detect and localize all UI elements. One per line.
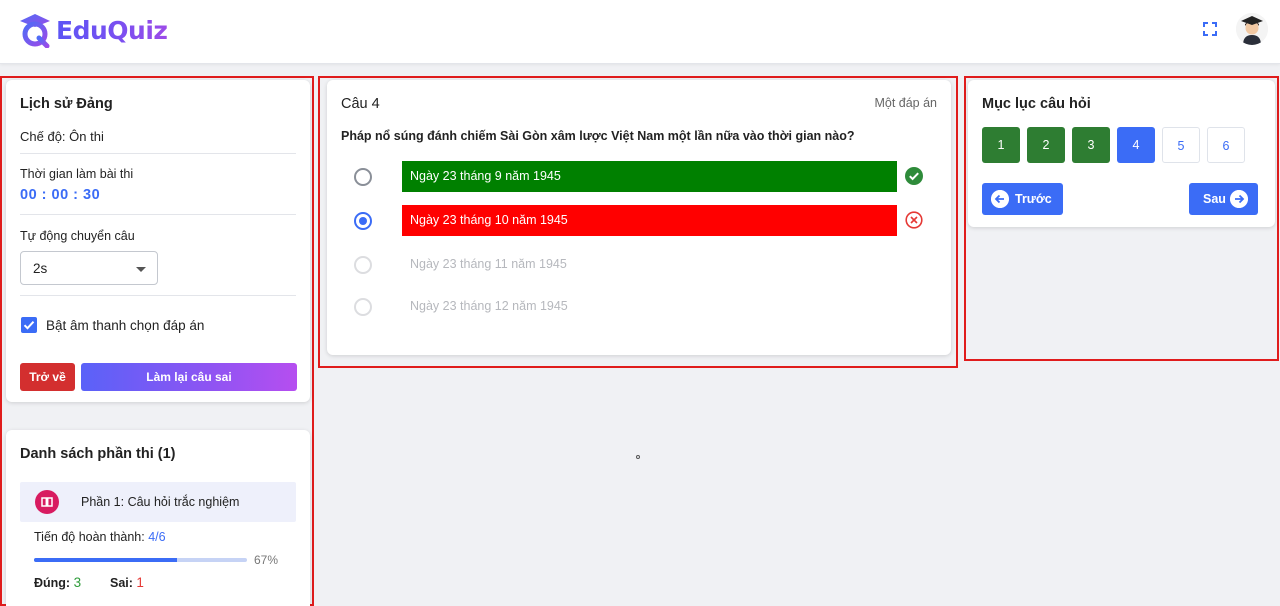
index-title: Mục lục câu hỏi bbox=[982, 96, 1091, 112]
question-card: Câu 4 Một đáp án Pháp nổ súng đánh chiếm… bbox=[327, 80, 951, 355]
question-text: Pháp nổ súng đánh chiếm Sài Gòn xâm lược… bbox=[341, 129, 855, 143]
brand-logo[interactable]: EduQuiz bbox=[18, 12, 168, 48]
auto-next-select[interactable]: 2s bbox=[20, 251, 158, 285]
option-label[interactable]: Ngày 23 tháng 9 năm 1945 bbox=[402, 161, 897, 192]
brand-name: EduQuiz bbox=[56, 15, 168, 45]
time-label: Thời gian làm bài thi bbox=[20, 167, 134, 181]
answer-option[interactable]: Ngày 23 tháng 10 năm 1945 bbox=[327, 205, 947, 237]
arrow-left-icon bbox=[991, 190, 1009, 208]
divider bbox=[20, 214, 296, 215]
chevron-down-icon bbox=[136, 267, 146, 272]
next-label: Sau bbox=[1203, 192, 1226, 206]
answer-option[interactable]: Ngày 23 tháng 11 năm 1945 bbox=[327, 249, 947, 281]
option-label[interactable]: Ngày 23 tháng 10 năm 1945 bbox=[402, 205, 897, 236]
wrong-count: 1 bbox=[136, 575, 144, 590]
question-index-button[interactable]: 1 bbox=[982, 127, 1020, 163]
correct-count: 3 bbox=[73, 575, 82, 590]
fullscreen-icon[interactable] bbox=[1202, 21, 1218, 37]
progress-percent: 67% bbox=[254, 553, 279, 567]
user-avatar[interactable] bbox=[1236, 13, 1268, 45]
progress-bar bbox=[34, 558, 247, 562]
question-index-button[interactable]: 2 bbox=[1027, 127, 1065, 163]
section-item-label: Phần 1: Câu hỏi trắc nghiệm bbox=[81, 495, 240, 509]
prev-label: Trước bbox=[1015, 192, 1052, 206]
next-button[interactable]: Sau bbox=[1189, 183, 1258, 215]
correct-stat: Đúng: 3 bbox=[34, 575, 81, 590]
progress-label: Tiến độ hoàn thành: 4/6 bbox=[34, 530, 166, 544]
sections-card: Danh sách phần thi (1) Phần 1: Câu hỏi t… bbox=[6, 430, 310, 606]
checkmark-icon bbox=[23, 321, 35, 330]
progress-value: 4/6 bbox=[148, 530, 166, 544]
mode-text: Chế độ: Ôn thi bbox=[20, 129, 104, 144]
sound-checkbox[interactable] bbox=[21, 317, 37, 333]
question-index-button[interactable]: 3 bbox=[1072, 127, 1110, 163]
progress-bar-fill bbox=[34, 558, 177, 562]
avatar-icon bbox=[1236, 13, 1268, 45]
sound-label[interactable]: Bật âm thanh chọn đáp án bbox=[46, 318, 204, 333]
sections-title: Danh sách phần thi (1) bbox=[20, 446, 176, 462]
top-bar: EduQuiz bbox=[0, 0, 1280, 64]
question-index-button[interactable]: 6 bbox=[1207, 127, 1245, 163]
section-item[interactable]: Phần 1: Câu hỏi trắc nghiệm bbox=[20, 482, 296, 522]
cursor-dot bbox=[636, 455, 640, 459]
question-index-button[interactable]: 5 bbox=[1162, 127, 1200, 163]
option-label[interactable]: Ngày 23 tháng 12 năm 1945 bbox=[402, 291, 897, 322]
subject-title: Lịch sử Đảng bbox=[20, 96, 113, 112]
arrow-right-icon bbox=[1230, 190, 1248, 208]
prev-button[interactable]: Trước bbox=[982, 183, 1063, 215]
option-radio[interactable] bbox=[354, 168, 372, 186]
back-button[interactable]: Trở về bbox=[20, 363, 75, 391]
wrong-label: Sai: bbox=[110, 576, 133, 590]
question-type: Một đáp án bbox=[874, 96, 937, 110]
option-label[interactable]: Ngày 23 tháng 11 năm 1945 bbox=[402, 249, 897, 280]
question-index-card: Mục lục câu hỏi 1 2 3 4 5 6 Trước Sau bbox=[968, 80, 1275, 227]
progress-label-text: Tiến độ hoàn thành: bbox=[34, 530, 145, 544]
divider bbox=[20, 153, 296, 154]
question-index-button[interactable]: 4 bbox=[1117, 127, 1155, 163]
divider bbox=[20, 295, 296, 296]
option-radio[interactable] bbox=[354, 212, 372, 230]
wrong-stat: Sai: 1 bbox=[110, 575, 144, 590]
option-radio[interactable] bbox=[354, 298, 372, 316]
redo-wrong-button[interactable]: Làm lại câu sai bbox=[81, 363, 297, 391]
question-number: Câu 4 bbox=[341, 96, 380, 112]
auto-next-label: Tự động chuyển câu bbox=[20, 229, 135, 243]
answer-option[interactable]: Ngày 23 tháng 9 năm 1945 bbox=[327, 161, 947, 193]
check-circle-icon bbox=[905, 167, 923, 185]
answer-option[interactable]: Ngày 23 tháng 12 năm 1945 bbox=[327, 291, 947, 323]
auto-next-value: 2s bbox=[33, 261, 48, 276]
logo-icon bbox=[20, 14, 50, 48]
close-circle-icon bbox=[905, 211, 923, 229]
option-radio[interactable] bbox=[354, 256, 372, 274]
timer: 00 : 00 : 30 bbox=[20, 187, 101, 203]
settings-card: Lịch sử Đảng Chế độ: Ôn thi Thời gian là… bbox=[6, 80, 310, 402]
correct-label: Đúng: bbox=[34, 576, 71, 590]
book-icon bbox=[35, 490, 59, 514]
